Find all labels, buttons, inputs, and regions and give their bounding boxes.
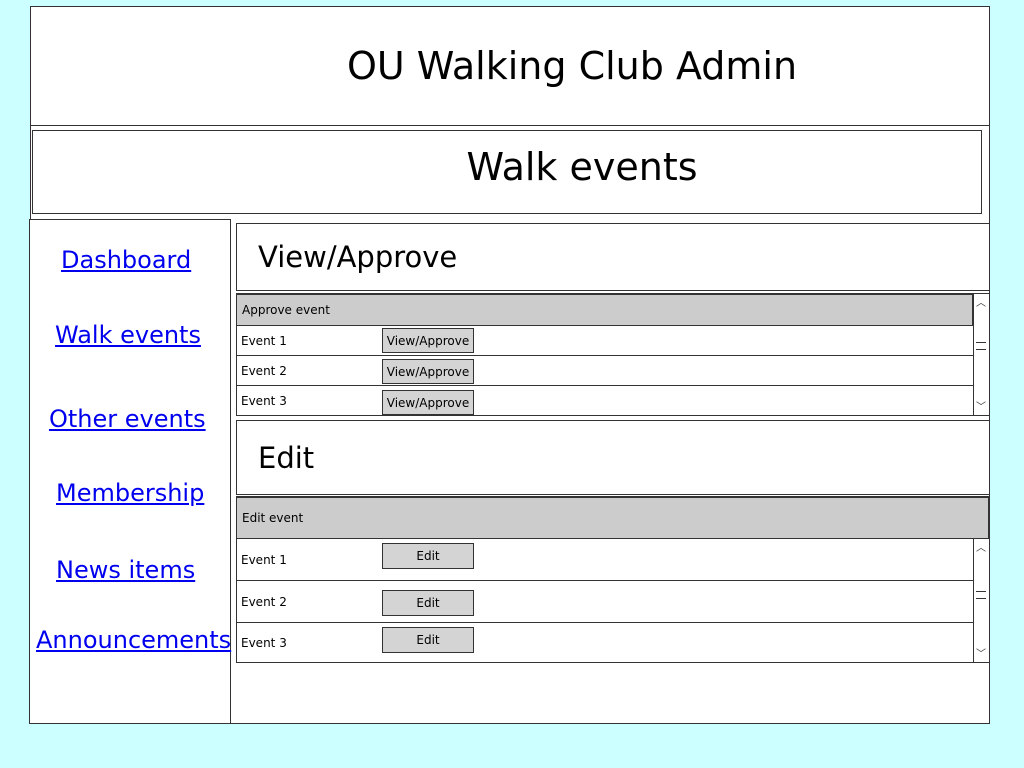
approve-row-3: Event 3 [236,386,973,415]
approve-row-1: Event 1 [236,326,973,356]
approve-row-1-name: Event 1 [241,333,287,348]
nav-link-membership[interactable]: Membership [56,479,204,507]
scroll-up-icon[interactable]: ︿ [976,294,986,309]
approve-row-2-name: Event 2 [241,363,287,378]
approve-grid-scrollbar[interactable]: ︿ ﹀ [973,294,989,415]
edit-row-3: Event 3 [236,623,973,662]
nav-link-walk-events[interactable]: Walk events [55,321,201,349]
nav-link-other-events[interactable]: Other events [49,405,206,433]
edit-row-1: Event 1 [236,539,973,581]
nav-link-announcements[interactable]: Announcements [36,626,231,654]
edit-row-1-name: Event 1 [241,552,287,567]
scroll-down-icon[interactable]: ﹀ [976,645,986,660]
edit-button-3[interactable]: Edit [382,627,474,653]
edit-row-2: Event 2 [236,581,973,623]
edit-row-2-name: Event 2 [241,594,287,609]
scroll-down-icon[interactable]: ﹀ [976,398,986,413]
nav-link-dashboard[interactable]: Dashboard [61,246,191,274]
app-title: OU Walking Club Admin [346,44,798,88]
edit-grid-scrollbar[interactable]: ︿ ﹀ [973,539,989,662]
edit-row-3-name: Event 3 [241,635,287,650]
view-approve-button-3[interactable]: View/Approve [382,390,474,415]
scroll-thumb[interactable] [976,591,986,599]
page-title: Walk events [466,145,698,189]
view-approve-button-1[interactable]: View/Approve [382,328,474,353]
edit-button-2[interactable]: Edit [382,590,474,616]
scroll-up-icon[interactable]: ︿ [976,539,986,554]
approve-grid-header: Approve event [236,294,973,326]
nav-link-news-items[interactable]: News items [56,556,195,584]
edit-grid-header: Edit event [236,497,989,539]
scroll-thumb[interactable] [976,342,986,350]
view-approve-button-2[interactable]: View/Approve [382,359,474,384]
approve-row-2: Event 2 [236,356,973,386]
edit-section-title: Edit [258,441,315,475]
approve-row-3-name: Event 3 [241,393,287,408]
approve-section-title: View/Approve [258,240,458,274]
edit-section-header [236,420,990,495]
edit-button-1[interactable]: Edit [382,543,474,569]
